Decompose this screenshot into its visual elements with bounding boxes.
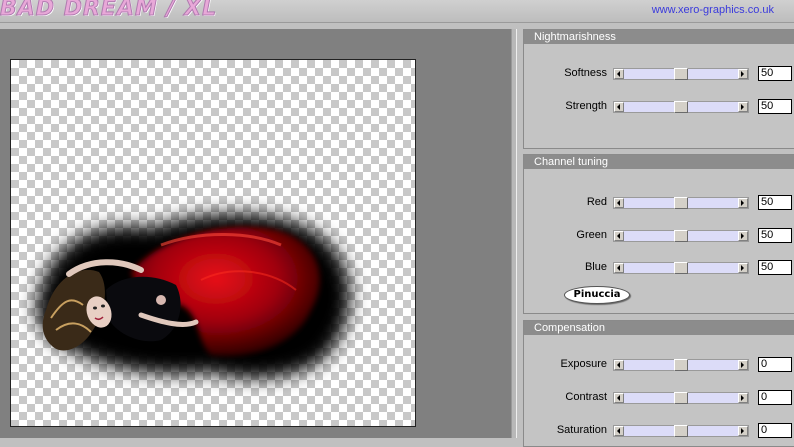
slider-thumb[interactable] — [674, 68, 688, 80]
arrow-left-icon[interactable] — [614, 263, 624, 273]
control-saturation: Saturation 0 — [524, 423, 794, 439]
pinuccia-watermark: Pinuccia — [564, 286, 630, 304]
control-green: Green 50 — [524, 228, 794, 244]
arrow-left-icon[interactable] — [614, 102, 624, 112]
strength-slider[interactable] — [613, 101, 749, 113]
slider-thumb[interactable] — [674, 359, 688, 371]
red-slider[interactable] — [613, 197, 749, 209]
arrow-left-icon[interactable] — [614, 231, 624, 241]
arrow-left-icon[interactable] — [614, 393, 624, 403]
app-title: BAD DREAM / XL — [0, 0, 218, 22]
control-exposure: Exposure 0 — [524, 357, 794, 373]
contrast-value-field[interactable]: 0 — [758, 390, 792, 405]
control-blue: Blue 50 — [524, 260, 794, 276]
red-value-field[interactable]: 50 — [758, 195, 792, 210]
saturation-slider[interactable] — [613, 425, 749, 437]
softness-value-field[interactable]: 50 — [758, 66, 792, 81]
green-value-field[interactable]: 50 — [758, 228, 792, 243]
group-compensation: Compensation Exposure 0 Contrast 0 Satur… — [523, 320, 794, 447]
control-label: Saturation — [556, 424, 607, 436]
slider-thumb[interactable] — [674, 197, 688, 209]
control-label: Blue — [584, 261, 607, 273]
control-label: Strength — [565, 100, 607, 112]
exposure-value-field[interactable]: 0 — [758, 357, 792, 372]
slider-thumb[interactable] — [674, 101, 688, 113]
control-red: Red 50 — [524, 195, 794, 211]
preview-canvas[interactable] — [10, 59, 416, 427]
slider-thumb[interactable] — [674, 425, 688, 437]
arrow-left-icon[interactable] — [614, 69, 624, 79]
arrow-right-icon[interactable] — [738, 231, 748, 241]
group-title: Channel tuning — [524, 155, 794, 169]
arrow-left-icon[interactable] — [614, 426, 624, 436]
group-channel-tuning: Channel tuning Red 50 Green 50 Blue 50 P… — [523, 154, 794, 314]
arrow-right-icon[interactable] — [738, 198, 748, 208]
arrow-right-icon[interactable] — [738, 102, 748, 112]
controls-panel: Nightmarishness Softness 50 Strength 50 … — [518, 29, 794, 447]
slider-thumb[interactable] — [674, 392, 688, 404]
title-bar: BAD DREAM / XL www.xero-graphics.co.uk — [0, 0, 794, 23]
control-softness: Softness 50 — [524, 66, 794, 82]
strength-value-field[interactable]: 50 — [758, 99, 792, 114]
exposure-slider[interactable] — [613, 359, 749, 371]
slider-thumb[interactable] — [674, 262, 688, 274]
control-label: Exposure — [560, 358, 607, 370]
control-strength: Strength 50 — [524, 99, 794, 115]
group-title: Nightmarishness — [524, 30, 794, 44]
panel-divider[interactable] — [511, 29, 517, 438]
slider-thumb[interactable] — [674, 230, 688, 242]
group-nightmarishness: Nightmarishness Softness 50 Strength 50 — [523, 29, 794, 149]
preview-image — [36, 214, 350, 379]
arrow-right-icon[interactable] — [738, 263, 748, 273]
control-label: Softness — [564, 67, 607, 79]
contrast-slider[interactable] — [613, 392, 749, 404]
group-title: Compensation — [524, 321, 794, 335]
arrow-right-icon[interactable] — [738, 393, 748, 403]
control-label: Red — [586, 196, 607, 208]
arrow-right-icon[interactable] — [738, 426, 748, 436]
arrow-right-icon[interactable] — [738, 360, 748, 370]
control-contrast: Contrast 0 — [524, 390, 794, 406]
control-label: Contrast — [565, 391, 607, 403]
control-label: Green — [576, 229, 607, 241]
blue-value-field[interactable]: 50 — [758, 260, 792, 275]
green-slider[interactable] — [613, 230, 749, 242]
softness-slider[interactable] — [613, 68, 749, 80]
arrow-right-icon[interactable] — [738, 69, 748, 79]
arrow-left-icon[interactable] — [614, 360, 624, 370]
website-link[interactable]: www.xero-graphics.co.uk — [652, 4, 774, 16]
blue-slider[interactable] — [613, 262, 749, 274]
arrow-left-icon[interactable] — [614, 198, 624, 208]
saturation-value-field[interactable]: 0 — [758, 423, 792, 438]
